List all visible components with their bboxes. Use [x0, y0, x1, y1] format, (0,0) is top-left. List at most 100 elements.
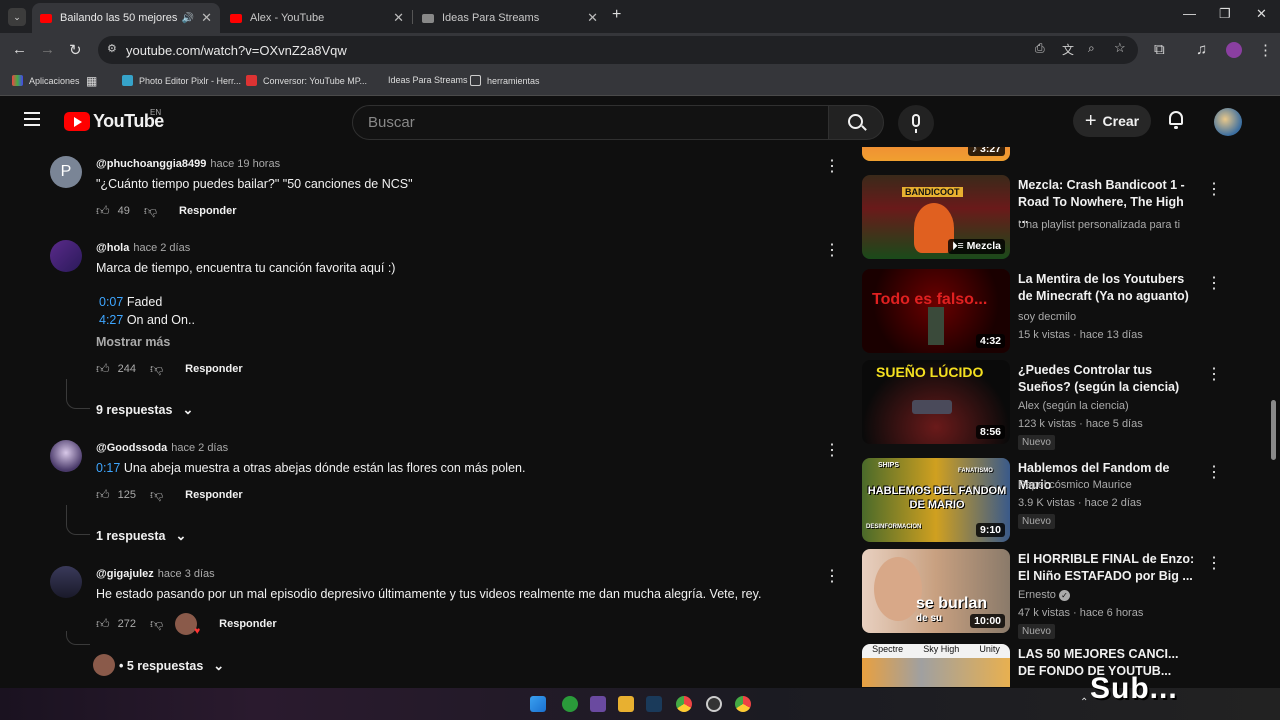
- show-more-link[interactable]: Mostrar más: [96, 335, 170, 349]
- dislike-icon[interactable]: 👎︎: [144, 203, 157, 219]
- tab-alex[interactable]: Alex - YouTube ✕: [222, 3, 412, 33]
- dislike-icon[interactable]: 👎︎: [150, 616, 163, 632]
- video-menu-icon[interactable]: ⋮: [1206, 364, 1222, 384]
- comment-menu-icon[interactable]: ⋮: [824, 566, 840, 586]
- chrome-active-icon[interactable]: [735, 696, 751, 712]
- create-button[interactable]: + Crear: [1073, 105, 1151, 137]
- video-channel[interactable]: Alex (según la ciencia): [1018, 400, 1129, 412]
- dislike-icon[interactable]: 👎︎: [150, 487, 163, 503]
- xbox-icon[interactable]: [562, 696, 578, 712]
- grid-icon[interactable]: ▦: [86, 74, 97, 88]
- dislike-icon[interactable]: 👎︎: [150, 361, 163, 377]
- translate-icon[interactable]: 文: [1062, 41, 1074, 58]
- minimize-icon[interactable]: —: [1183, 6, 1196, 21]
- tab-bailando[interactable]: Bailando las 50 mejores cancione 🔊 ✕: [32, 3, 220, 33]
- close-tab-icon[interactable]: ✕: [201, 10, 212, 26]
- video-title[interactable]: ¿Puedes Controlar tus Sueños? (según la …: [1018, 362, 1196, 396]
- close-tab-icon[interactable]: ✕: [393, 10, 404, 26]
- obs-icon[interactable]: [706, 696, 722, 712]
- video-menu-icon[interactable]: ⋮: [1206, 553, 1222, 573]
- comment-avatar[interactable]: [50, 240, 82, 272]
- like-icon[interactable]: 👍︎: [96, 361, 110, 377]
- video-thumbnail[interactable]: Todo es falso... 4:32: [862, 269, 1010, 353]
- windows-start-icon[interactable]: [530, 696, 546, 712]
- close-window-icon[interactable]: ✕: [1256, 6, 1267, 22]
- reply-button[interactable]: Responder: [185, 489, 242, 501]
- voice-search-button[interactable]: [898, 105, 934, 141]
- bookmark-conversor[interactable]: Conversor: YouTube MP...: [246, 75, 367, 86]
- like-icon[interactable]: 👍︎: [96, 203, 110, 219]
- video-thumbnail[interactable]: se burlan de su 10:00: [862, 549, 1010, 633]
- zoom-icon[interactable]: ⌕: [1088, 41, 1095, 56]
- video-channel[interactable]: Papel cósmico Maurice: [1018, 479, 1132, 491]
- video-menu-icon[interactable]: ⋮: [1206, 273, 1222, 293]
- search-input[interactable]: Buscar: [352, 105, 829, 140]
- video-item[interactable]: SUEÑO LÚCIDO 8:56 ¿Puedes Controlar tus …: [862, 360, 1262, 450]
- extensions-icon[interactable]: ⧉: [1154, 41, 1165, 58]
- notifications-bell-icon[interactable]: [1167, 111, 1185, 129]
- comment-menu-icon[interactable]: ⋮: [824, 156, 840, 176]
- comment-menu-icon[interactable]: ⋮: [824, 240, 840, 260]
- site-info-icon[interactable]: ⚙: [107, 42, 117, 55]
- replies-toggle[interactable]: 9 respuestas ⌄: [96, 402, 193, 418]
- comment-menu-icon[interactable]: ⋮: [824, 440, 840, 460]
- bookmark-star-icon[interactable]: ☆: [1114, 40, 1126, 56]
- bookmark-pixlr[interactable]: Photo Editor Pixlr - Herr...: [122, 75, 241, 86]
- media-control-icon[interactable]: ♫: [1196, 41, 1207, 58]
- bookmark-herramientas[interactable]: herramientas: [470, 75, 540, 86]
- video-channel[interactable]: soy decmilo: [1018, 311, 1076, 323]
- video-channel[interactable]: Una playlist personalizada para ti: [1018, 219, 1180, 231]
- steam-icon[interactable]: [646, 696, 662, 712]
- video-menu-icon[interactable]: ⋮: [1206, 179, 1222, 199]
- video-channel[interactable]: Ernesto ✓: [1018, 589, 1070, 601]
- page-scrollbar[interactable]: [1271, 400, 1276, 460]
- video-item[interactable]: Todo es falso... 4:32 La Mentira de los …: [862, 269, 1262, 357]
- video-thumbnail[interactable]: ♪ 3:27: [862, 147, 1010, 161]
- minecraft-character: [928, 307, 944, 345]
- close-tab-icon[interactable]: ✕: [587, 10, 598, 26]
- video-item[interactable]: ♪ 3:27: [862, 147, 1262, 165]
- profile-avatar[interactable]: [1226, 42, 1242, 58]
- reply-button[interactable]: Responder: [219, 618, 276, 630]
- bookmark-ideas[interactable]: Ideas Para Streams: [388, 75, 468, 85]
- reload-icon[interactable]: ↻: [69, 41, 82, 59]
- tab-ideas[interactable]: Ideas Para Streams ✕: [414, 3, 606, 33]
- comment-avatar[interactable]: [50, 440, 82, 472]
- tab-search-icon[interactable]: ⌄: [8, 8, 26, 26]
- video-item[interactable]: BANDICOOT ⏵≡ Mezcla Mezcla: Crash Bandic…: [862, 175, 1262, 263]
- maximize-icon[interactable]: ❐: [1219, 6, 1231, 22]
- forward-icon[interactable]: →: [40, 41, 55, 58]
- install-icon[interactable]: ⎙: [1035, 41, 1045, 56]
- speaker-icon[interactable]: 🔊: [182, 13, 194, 24]
- like-icon[interactable]: 👍︎: [96, 487, 110, 503]
- hamburger-menu-icon[interactable]: [24, 112, 40, 126]
- replies-toggle[interactable]: • 5 respuestas ⌄: [119, 658, 224, 674]
- chrome-icon[interactable]: [676, 696, 692, 712]
- app-icon[interactable]: [590, 696, 606, 712]
- replies-toggle[interactable]: 1 respuesta ⌄: [96, 528, 186, 544]
- user-avatar[interactable]: [1214, 108, 1242, 136]
- video-title[interactable]: El HORRIBLE FINAL de Enzo: El Niño ESTAF…: [1018, 551, 1196, 585]
- back-icon[interactable]: ←: [12, 41, 27, 58]
- video-thumbnail[interactable]: BANDICOOT ⏵≡ Mezcla: [862, 175, 1010, 259]
- reply-button[interactable]: Responder: [179, 205, 236, 217]
- bookmark-apps[interactable]: Aplicaciones: [12, 75, 80, 86]
- video-item[interactable]: se burlan de su 10:00 El HORRIBLE FINAL …: [862, 549, 1262, 639]
- new-tab-icon[interactable]: +: [612, 6, 621, 24]
- address-bar[interactable]: ⚙ youtube.com/watch?v=OXvnZ2a8Vqw ⎙ 文 ⌕ …: [98, 36, 1138, 64]
- comment-avatar[interactable]: [50, 566, 82, 598]
- video-menu-icon[interactable]: ⋮: [1206, 462, 1222, 482]
- youtube-logo[interactable]: YouTube EN: [64, 108, 164, 132]
- video-item[interactable]: Spectre Sky High Unity LAS 50 MEJORES CA…: [862, 644, 1262, 687]
- menu-kebab-icon[interactable]: ⋮: [1258, 41, 1273, 59]
- search-button[interactable]: [828, 105, 884, 140]
- video-item[interactable]: SHIPS FANATISMO HABLEMOS DEL FANDOM DE M…: [862, 458, 1262, 546]
- video-thumbnail[interactable]: SHIPS FANATISMO HABLEMOS DEL FANDOM DE M…: [862, 458, 1010, 542]
- reply-button[interactable]: Responder: [185, 363, 242, 375]
- comment-avatar[interactable]: P: [50, 156, 82, 188]
- video-thumbnail[interactable]: Spectre Sky High Unity: [862, 644, 1010, 687]
- video-title[interactable]: La Mentira de los Youtubers de Minecraft…: [1018, 271, 1196, 305]
- like-icon[interactable]: 👍︎: [96, 616, 110, 632]
- video-thumbnail[interactable]: SUEÑO LÚCIDO 8:56: [862, 360, 1010, 444]
- file-explorer-icon[interactable]: [618, 696, 634, 712]
